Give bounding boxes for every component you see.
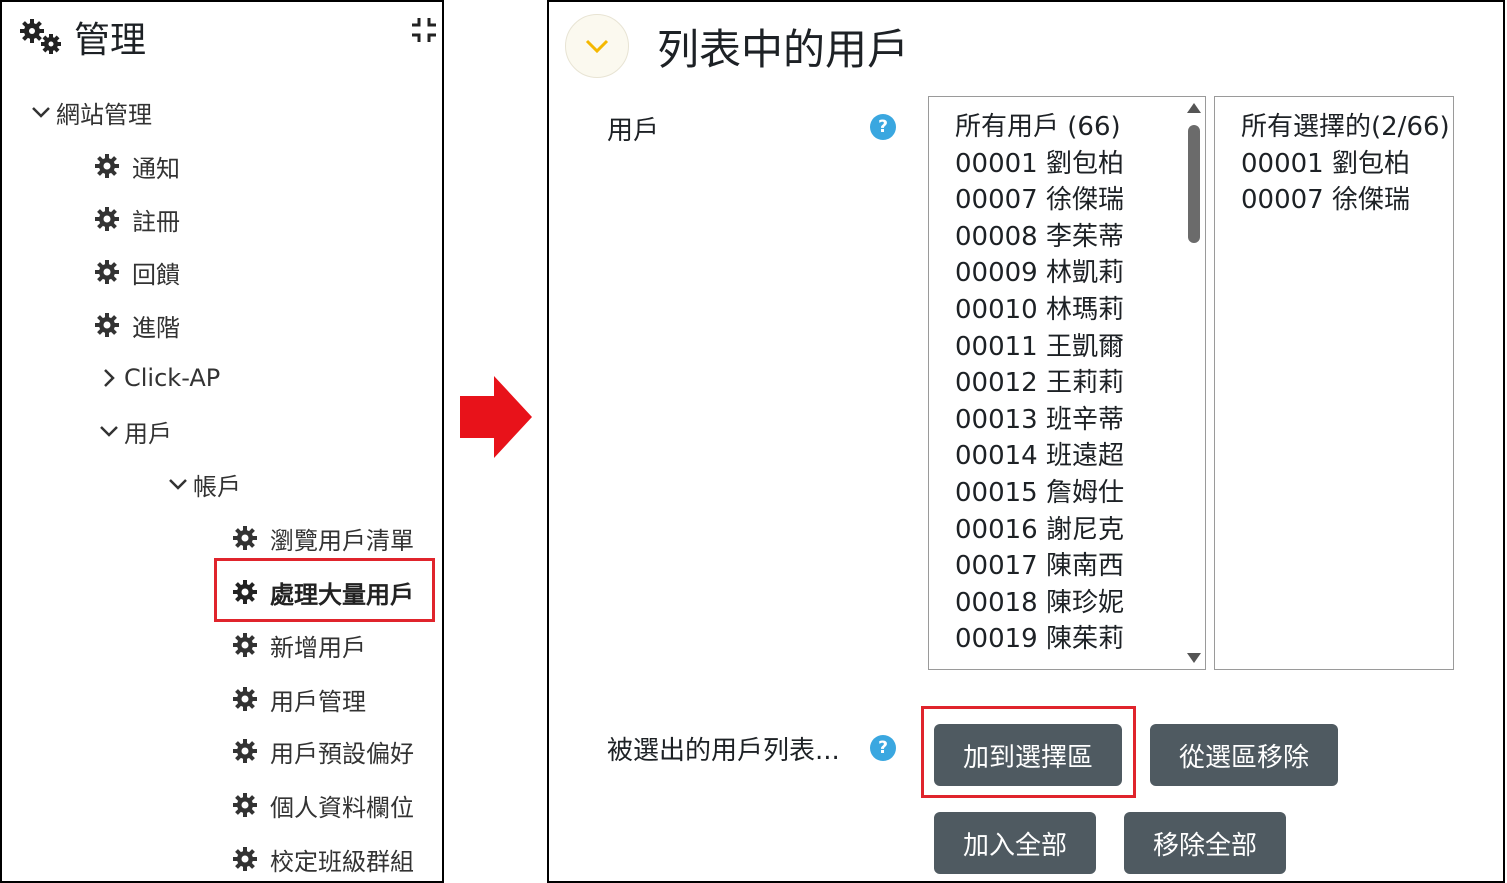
- tree-accounts[interactable]: 帳戶: [167, 467, 241, 501]
- tree-item-feedback[interactable]: 回饋: [94, 255, 180, 289]
- list-item[interactable]: 00015 詹姆仕: [929, 475, 1205, 512]
- gear-icon: [95, 207, 119, 231]
- tree-label: Click-AP: [124, 364, 221, 392]
- tree-item-advanced[interactable]: 進階: [94, 308, 180, 342]
- list-item[interactable]: 00014 班遠超: [929, 438, 1205, 475]
- chevron-down-icon: [32, 107, 50, 118]
- gear-icon: [233, 526, 257, 550]
- list-item[interactable]: 00010 林瑪莉: [929, 292, 1205, 329]
- gear-icon: [233, 739, 257, 763]
- scroll-up-arrow-icon[interactable]: [1187, 103, 1201, 113]
- list-item[interactable]: 00018 陳珍妮: [929, 585, 1205, 622]
- list-item[interactable]: 00011 王凱爾: [929, 329, 1205, 366]
- cogs-icon: [20, 19, 61, 54]
- user-list-section: 列表中的用戶 用戶 ? 所有用戶 (66) 00001 劉包柏 00007 徐傑…: [547, 0, 1505, 883]
- scroll-thumb[interactable]: [1188, 125, 1200, 243]
- tree-label: 用戶: [124, 419, 172, 448]
- tree-item-notifications[interactable]: 通知: [94, 149, 180, 183]
- selected-list-label: 被選出的用戶列表...: [607, 736, 840, 766]
- tree-click-ap[interactable]: Click-AP: [98, 361, 220, 395]
- tree-label: 用戶管理: [270, 687, 366, 716]
- add-all-button[interactable]: 加入全部: [934, 812, 1096, 874]
- tree-label: 帳戶: [193, 472, 241, 501]
- chevron-right-icon: [104, 369, 115, 387]
- tree-item-profile-fields[interactable]: 個人資料欄位: [232, 788, 414, 822]
- list-item[interactable]: 00013 班辛蒂: [929, 402, 1205, 439]
- tree-users[interactable]: 用戶: [98, 414, 172, 448]
- tree-label: 註冊: [132, 207, 180, 236]
- highlight-box: [921, 706, 1136, 798]
- compress-icon[interactable]: [410, 16, 438, 44]
- remove-from-selection-button[interactable]: 從選區移除: [1150, 724, 1338, 786]
- scroll-down-arrow-icon[interactable]: [1187, 653, 1201, 663]
- list-item[interactable]: 00016 謝尼克: [929, 512, 1205, 549]
- tree-item-add-user[interactable]: 新增用戶: [232, 628, 366, 662]
- gear-icon: [233, 847, 257, 871]
- tree-site-admin[interactable]: 網站管理: [30, 95, 152, 129]
- tree-label: 用戶預設偏好: [270, 739, 414, 768]
- gear-icon: [233, 793, 257, 817]
- available-users-listbox[interactable]: 所有用戶 (66) 00001 劉包柏 00007 徐傑瑞 00008 李茱蒂 …: [928, 96, 1206, 670]
- list-header[interactable]: 所有用戶 (66): [929, 109, 1205, 146]
- gear-icon: [233, 687, 257, 711]
- tree-label: 通知: [132, 154, 180, 183]
- tree-label: 校定班級群組: [270, 847, 414, 876]
- section-collapse-toggle[interactable]: [565, 14, 629, 78]
- gear-icon: [95, 154, 119, 178]
- list-item[interactable]: 00001 劉包柏: [929, 146, 1205, 183]
- users-label: 用戶: [607, 116, 660, 146]
- section-title: 列表中的用戶: [657, 25, 910, 74]
- list-item[interactable]: 00001 劉包柏: [1215, 146, 1453, 183]
- help-icon[interactable]: ?: [870, 114, 896, 140]
- tree-item-browse-users[interactable]: 瀏覽用戶清單: [232, 521, 414, 555]
- tree-item-class-groups[interactable]: 校定班級群組: [232, 842, 414, 876]
- admin-header: 管理: [18, 12, 146, 62]
- remove-all-button[interactable]: 移除全部: [1124, 812, 1286, 874]
- admin-title: 管理: [74, 20, 147, 61]
- list-item[interactable]: 00012 王莉莉: [929, 365, 1205, 402]
- tree-label: 個人資料欄位: [270, 793, 414, 822]
- list-item[interactable]: 00007 徐傑瑞: [1215, 182, 1453, 219]
- admin-block: 管理 網站管理 通知 註冊 回饋 進階 Click-AP 用戶 帳戶 瀏覽用戶清…: [0, 0, 444, 883]
- tree-label: 回饋: [132, 260, 180, 289]
- highlight-box: [214, 558, 435, 622]
- tree-item-user-default-preferences[interactable]: 用戶預設偏好: [232, 734, 414, 768]
- list-header[interactable]: 所有選擇的(2/66): [1215, 109, 1453, 146]
- chevron-down-icon: [100, 426, 118, 437]
- tree-item-user-management[interactable]: 用戶管理: [232, 682, 366, 716]
- list-item[interactable]: 00019 陳茱莉: [929, 621, 1205, 658]
- selected-users-listbox[interactable]: 所有選擇的(2/66) 00001 劉包柏 00007 徐傑瑞: [1214, 96, 1454, 670]
- list-item[interactable]: 00009 林凱莉: [929, 255, 1205, 292]
- tree-label: 瀏覽用戶清單: [270, 526, 414, 555]
- tree-label: 新增用戶: [270, 633, 366, 662]
- list-item[interactable]: 00017 陳南西: [929, 548, 1205, 585]
- list-item[interactable]: 00007 徐傑瑞: [929, 182, 1205, 219]
- help-icon[interactable]: ?: [870, 735, 896, 761]
- chevron-down-icon: [585, 39, 609, 54]
- chevron-down-icon: [169, 479, 187, 490]
- list-item[interactable]: 00008 李茱蒂: [929, 219, 1205, 256]
- tree-label: 進階: [132, 313, 180, 342]
- gear-icon: [95, 313, 119, 337]
- red-arrow-icon: [460, 376, 532, 458]
- tree-item-registration[interactable]: 註冊: [94, 202, 180, 236]
- scrollbar[interactable]: [1183, 97, 1205, 669]
- gear-icon: [233, 633, 257, 657]
- gear-icon: [95, 260, 119, 284]
- tree-label: 網站管理: [56, 100, 152, 129]
